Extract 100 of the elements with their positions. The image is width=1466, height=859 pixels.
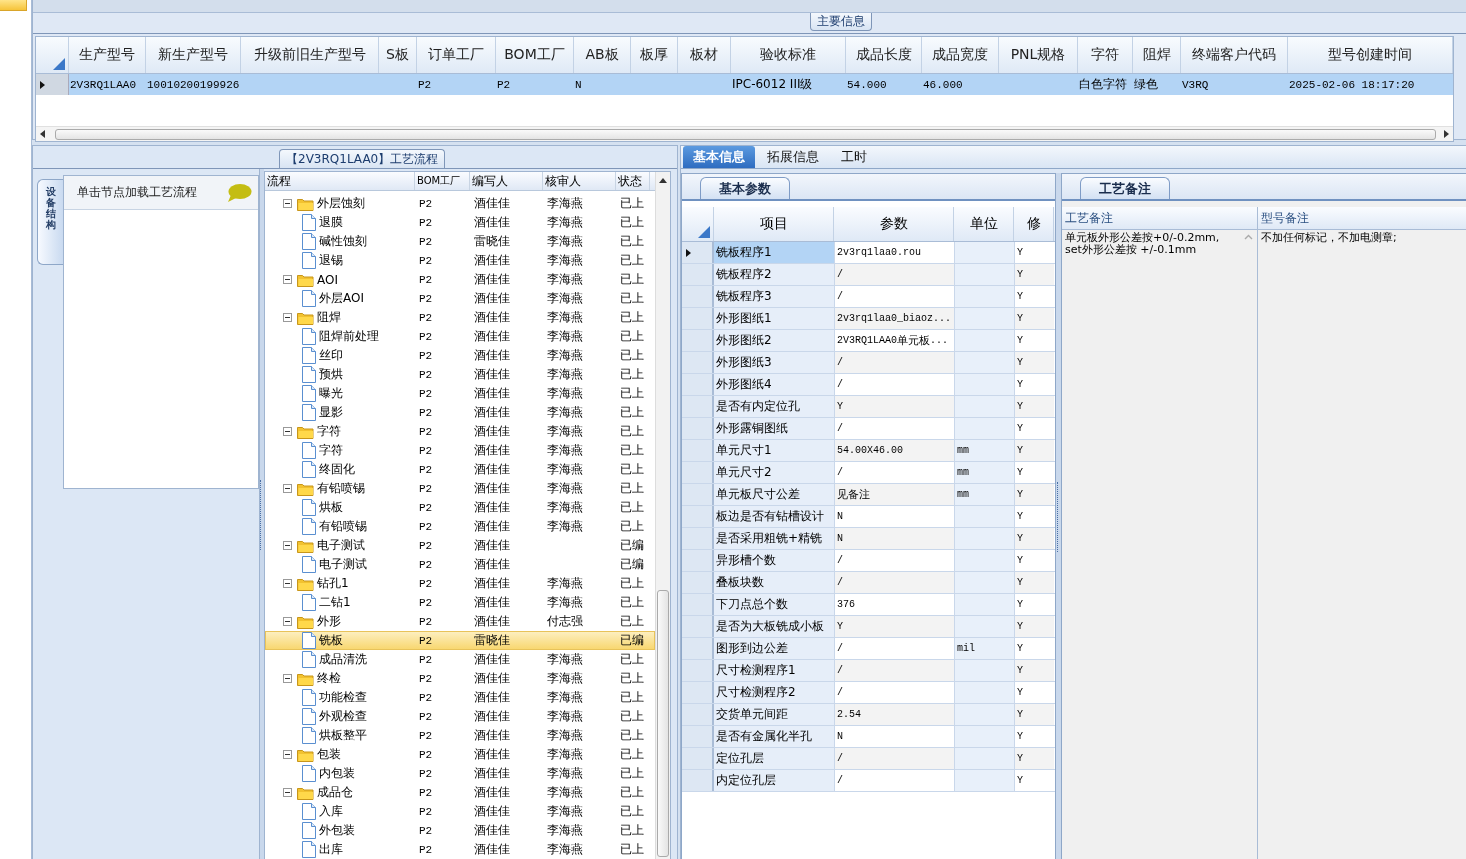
- column-header[interactable]: 单位: [954, 207, 1014, 241]
- table-cell-text: 酒佳佳: [473, 271, 511, 288]
- collapse-toggle-icon[interactable]: [283, 541, 292, 550]
- scroll-right-icon[interactable]: [1444, 130, 1449, 138]
- splitter-handle[interactable]: [259, 169, 264, 859]
- table-cell-text: 李海燕: [546, 461, 584, 478]
- row-header[interactable]: [36, 74, 69, 95]
- column-header[interactable]: BOM工厂: [415, 172, 470, 190]
- table-cell-text: 已上: [619, 689, 645, 706]
- table-cell: 铣板程序1: [714, 242, 834, 263]
- tab[interactable]: 拓展信息: [757, 146, 829, 168]
- column-header[interactable]: 状态: [616, 172, 650, 190]
- table-cell-text: P2: [418, 823, 434, 839]
- table-cell-text: 酒佳佳: [473, 252, 511, 269]
- table-cell-text: P2: [418, 367, 434, 383]
- table-cell: Y: [1014, 264, 1054, 285]
- current-row-icon: [686, 248, 691, 257]
- collapse-toggle-icon[interactable]: [283, 579, 292, 588]
- table-cell-text: 已上: [619, 347, 645, 364]
- column-header[interactable]: 编写人: [470, 172, 543, 190]
- node-label: 丝印: [319, 347, 343, 364]
- tree-row[interactable]: 铣板 P2 雷晓佳 已编: [265, 631, 655, 650]
- document-icon: [302, 366, 316, 383]
- table-cell-text: 已上: [619, 290, 645, 307]
- column-header[interactable]: 参数: [834, 207, 954, 241]
- table-cell-text: P2: [418, 234, 434, 250]
- column-header[interactable]: S板: [379, 37, 417, 73]
- column-header[interactable]: PNL规格: [999, 37, 1078, 73]
- scrollbar-thumb[interactable]: [55, 128, 1436, 140]
- column-header[interactable]: 修: [1014, 207, 1054, 241]
- table-cell-text: 酒佳佳: [473, 309, 511, 326]
- column-header[interactable]: 板材: [678, 37, 731, 73]
- table-cell: N: [834, 528, 954, 549]
- side-tab[interactable]: 设备结构: [37, 179, 63, 265]
- column-header[interactable]: 订单工厂: [417, 37, 496, 73]
- column-header[interactable]: 终端客户代码: [1181, 37, 1288, 73]
- column-header[interactable]: 型号备注: [1258, 207, 1466, 229]
- collapse-toggle-icon[interactable]: [283, 275, 292, 284]
- table-cell-text: 李海燕: [546, 651, 584, 668]
- column-header[interactable]: 工艺备注: [1062, 207, 1258, 229]
- panel-tab[interactable]: 基本参数: [700, 177, 790, 199]
- scroll-left-icon[interactable]: [40, 130, 45, 138]
- table-cell: Y: [1014, 308, 1054, 329]
- splitter-handle[interactable]: [1056, 173, 1061, 859]
- column-header[interactable]: 核审人: [543, 172, 616, 190]
- column-header[interactable]: 成品宽度: [922, 37, 999, 73]
- table-cell: 外形露铜图纸: [714, 418, 834, 439]
- collapse-toggle-icon[interactable]: [283, 427, 292, 436]
- scroll-up-icon[interactable]: [659, 178, 667, 183]
- table-cell-text: 已上: [619, 404, 645, 421]
- collapse-toggle-icon[interactable]: [283, 617, 292, 626]
- column-header[interactable]: 成品长度: [846, 37, 922, 73]
- table-cell-text: 酒佳佳: [473, 784, 511, 801]
- collapse-toggle-icon[interactable]: [283, 750, 292, 759]
- collapse-toggle-icon[interactable]: [283, 788, 292, 797]
- selected-item-marker[interactable]: [0, 0, 27, 11]
- vertical-scrollbar[interactable]: [655, 172, 670, 859]
- column-header[interactable]: 型号创建时间: [1288, 37, 1453, 73]
- table-cell-text: 已上: [619, 423, 645, 440]
- table-cell: P2: [496, 74, 574, 95]
- table-cell: Y: [1014, 352, 1054, 373]
- table-cell-text: 李海燕: [546, 309, 584, 326]
- collapse-toggle-icon[interactable]: [283, 199, 292, 208]
- column-header[interactable]: 字符: [1078, 37, 1133, 73]
- column-header[interactable]: 阻焊: [1133, 37, 1181, 73]
- node-label: 成品清洗: [319, 651, 367, 668]
- collapse-toggle-icon[interactable]: [283, 313, 292, 322]
- column-header[interactable]: AB板: [574, 37, 631, 73]
- table-cell-text: 酒佳佳: [473, 841, 511, 858]
- column-header[interactable]: 新生产型号: [146, 37, 241, 73]
- table-cell-text: 已上: [619, 480, 645, 497]
- column-header[interactable]: 生产型号: [69, 37, 146, 73]
- horizontal-scrollbar[interactable]: [36, 126, 1453, 141]
- table-cell: /: [834, 352, 954, 373]
- current-row-icon: [40, 80, 45, 89]
- panel-tab[interactable]: 工艺备注: [1080, 177, 1170, 199]
- collapse-toggle-icon[interactable]: [283, 484, 292, 493]
- column-header[interactable]: 验收标准: [731, 37, 846, 73]
- column-header[interactable]: 板厚: [631, 37, 678, 73]
- column-header[interactable]: 流程: [265, 172, 415, 190]
- table-cell-text: P2: [418, 557, 434, 573]
- table-cell-text: P2: [418, 443, 434, 459]
- scrollbar-thumb[interactable]: [657, 590, 669, 857]
- column-header[interactable]: BOM工厂: [496, 37, 574, 73]
- table-cell-text: 酒佳佳: [473, 822, 511, 839]
- collapse-toggle-icon[interactable]: [283, 674, 292, 683]
- column-header[interactable]: 升级前旧生产型号: [241, 37, 379, 73]
- tab[interactable]: 基本信息: [683, 146, 755, 168]
- document-icon: [302, 803, 316, 820]
- table-cell: 板边是否有钻槽设计: [714, 506, 834, 527]
- table-cell-text: 酒佳佳: [473, 423, 511, 440]
- table-cell-text: P2: [418, 386, 434, 402]
- table-cell-text: 酒佳佳: [473, 214, 511, 231]
- table-cell: Y: [1014, 594, 1054, 615]
- table-cell-text: P2: [418, 462, 434, 478]
- table-cell-text: 已上: [619, 499, 645, 516]
- document-icon: [302, 290, 316, 307]
- row-header[interactable]: [682, 242, 714, 263]
- tab[interactable]: 工时: [831, 146, 877, 168]
- column-header[interactable]: 项目: [714, 207, 834, 241]
